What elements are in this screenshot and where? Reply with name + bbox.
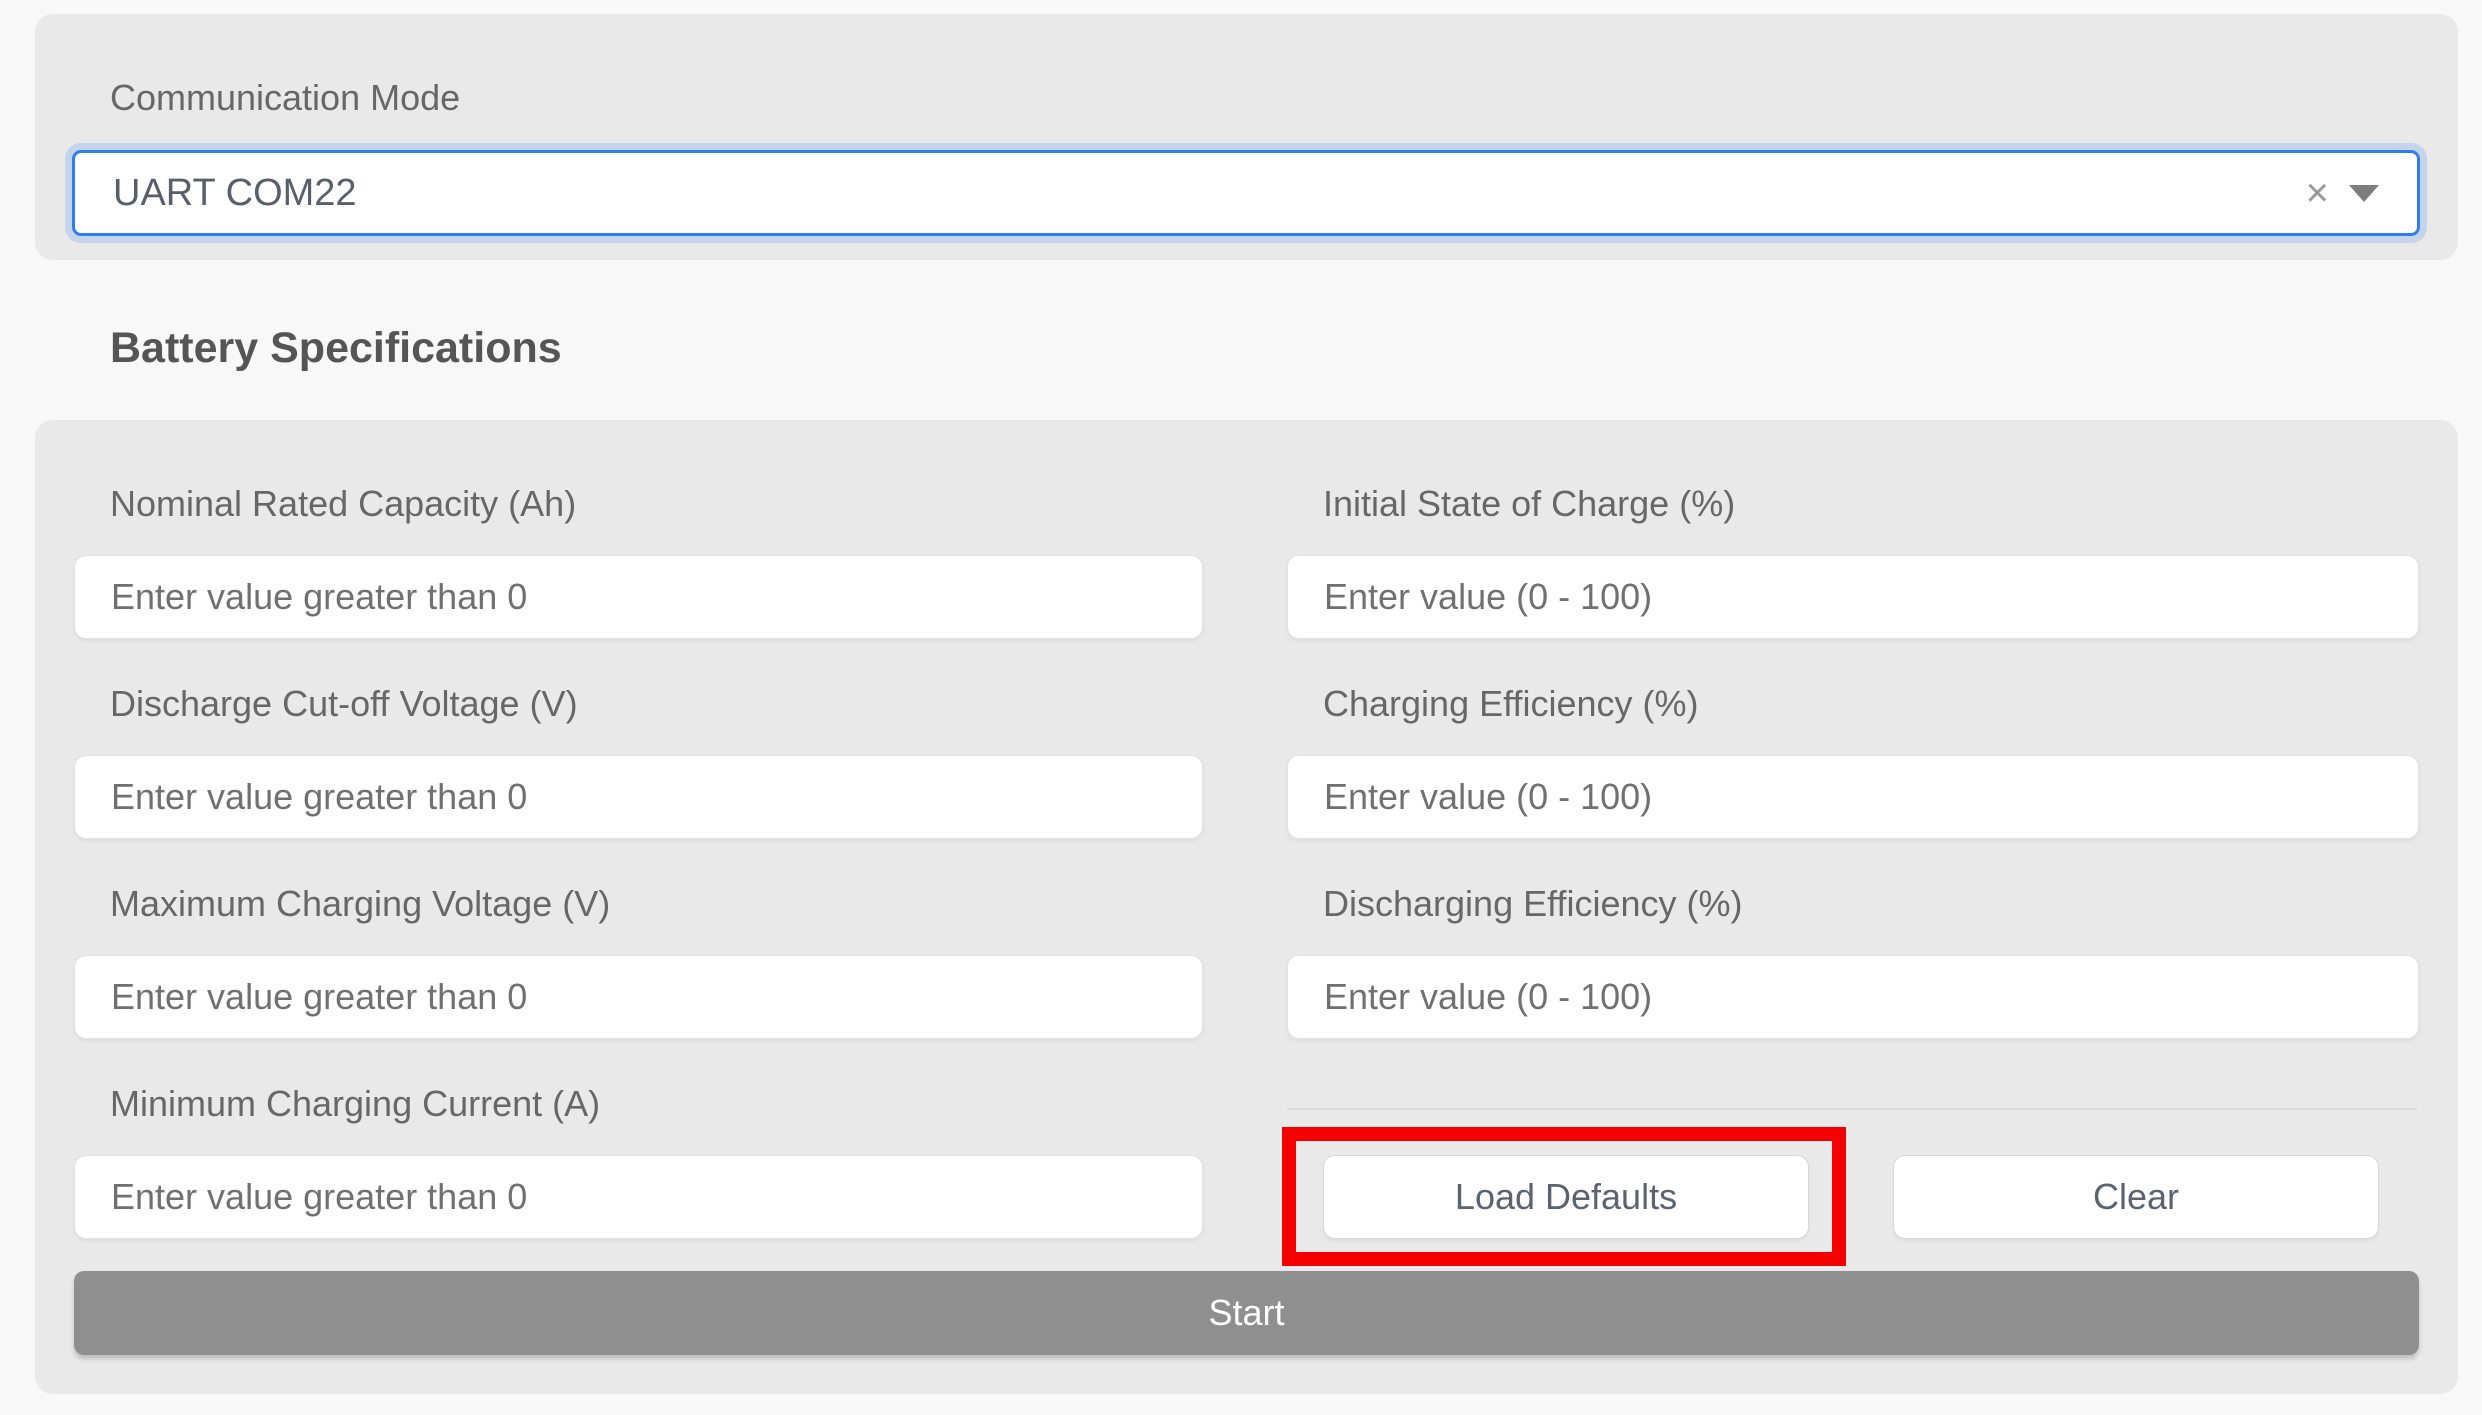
- discharge-cutoff-voltage-label: Discharge Cut-off Voltage (V): [110, 682, 578, 726]
- start-button[interactable]: Start: [74, 1271, 2419, 1355]
- nominal-rated-capacity-input[interactable]: [74, 555, 1203, 639]
- buttons-divider: [1287, 1108, 2417, 1110]
- maximum-charging-voltage-label: Maximum Charging Voltage (V): [110, 882, 610, 926]
- charging-efficiency-label: Charging Efficiency (%): [1323, 682, 1699, 726]
- communication-mode-selected-value: UART COM22: [75, 172, 2306, 215]
- initial-state-of-charge-input[interactable]: [1287, 555, 2419, 639]
- discharging-efficiency-label: Discharging Efficiency (%): [1323, 882, 1742, 926]
- app-page: Communication Mode UART COM22 × Battery …: [0, 0, 2482, 1415]
- nominal-rated-capacity-label: Nominal Rated Capacity (Ah): [110, 482, 576, 526]
- battery-specifications-panel: Nominal Rated Capacity (Ah) Discharge Cu…: [35, 420, 2458, 1394]
- charging-efficiency-input[interactable]: [1287, 755, 2419, 839]
- minimum-charging-current-input[interactable]: [74, 1155, 1203, 1239]
- initial-state-of-charge-label: Initial State of Charge (%): [1323, 482, 1735, 526]
- battery-specifications-heading: Battery Specifications: [110, 324, 562, 373]
- maximum-charging-voltage-input[interactable]: [74, 955, 1203, 1039]
- clear-button[interactable]: Clear: [1893, 1155, 2379, 1239]
- load-defaults-button[interactable]: Load Defaults: [1323, 1155, 1809, 1239]
- clear-selection-icon[interactable]: ×: [2306, 173, 2329, 213]
- communication-mode-select[interactable]: UART COM22 ×: [72, 150, 2420, 236]
- caret-down-icon[interactable]: [2349, 185, 2379, 202]
- communication-mode-card: Communication Mode UART COM22 ×: [35, 14, 2458, 260]
- discharge-cutoff-voltage-input[interactable]: [74, 755, 1203, 839]
- communication-mode-label: Communication Mode: [110, 76, 460, 120]
- minimum-charging-current-label: Minimum Charging Current (A): [110, 1082, 600, 1126]
- discharging-efficiency-input[interactable]: [1287, 955, 2419, 1039]
